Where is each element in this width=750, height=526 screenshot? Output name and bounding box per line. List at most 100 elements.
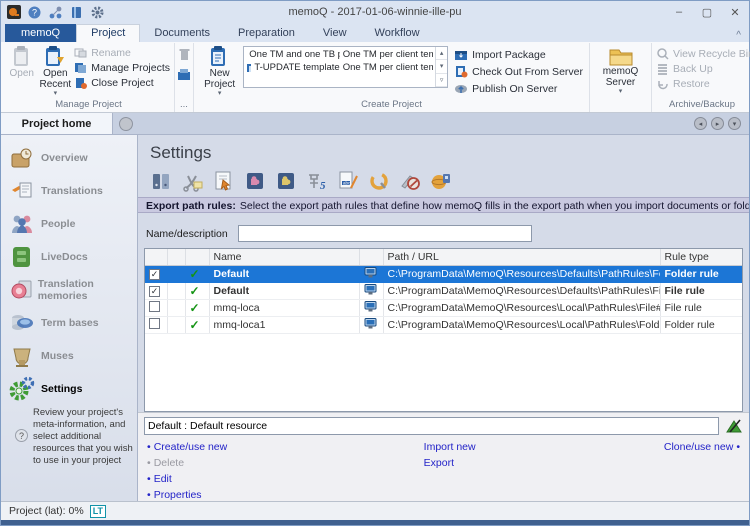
close-button[interactable]: ✕ xyxy=(721,2,749,22)
segmentation-rules-icon[interactable] xyxy=(181,169,205,193)
properties-link[interactable]: •Properties xyxy=(144,489,304,501)
import-package-button[interactable]: Import Package xyxy=(454,48,583,61)
export-path-rules-icon[interactable]: abc xyxy=(336,169,360,193)
template-item[interactable]: One TM and one TB per ... xyxy=(246,48,339,61)
table-row[interactable]: ✓ mmq-loca1 C:\ProgramData\MemoQ\Resourc… xyxy=(145,316,742,333)
bullet-icon: • xyxy=(147,441,151,453)
restore-icon xyxy=(656,77,669,90)
resource-actions-panel: •Create/use new •Delete •Edit •Propertie… xyxy=(138,412,749,501)
cell-path: C:\ProgramData\MemoQ\Resources\Local\Pat… xyxy=(383,316,660,333)
group-label: Create Project xyxy=(196,98,587,112)
tm-settings-icon[interactable] xyxy=(243,169,267,193)
sidebar-item-muses[interactable]: Muses xyxy=(1,339,137,372)
cell-path: C:\ProgramData\MemoQ\Resources\Defaults\… xyxy=(383,265,660,282)
header-checkbox-col[interactable] xyxy=(145,249,167,265)
row-checkbox[interactable] xyxy=(149,286,160,297)
share-options-icon[interactable] xyxy=(48,5,63,20)
template-item[interactable]: T-UPDATE template xyxy=(246,61,339,74)
dropdown-icon: ▾ xyxy=(218,90,222,97)
page-title: Settings xyxy=(138,135,749,167)
open-icon xyxy=(10,45,34,69)
livedocs-settings-icon[interactable] xyxy=(274,169,298,193)
import-new-link[interactable]: Import new xyxy=(424,441,476,453)
group-create-project: New Project ▾ One TM and one TB per ... … xyxy=(194,43,590,112)
row-checkbox[interactable] xyxy=(149,318,160,329)
gallery-down-icon[interactable]: ▾ xyxy=(436,60,447,73)
font-substitution-icon[interactable] xyxy=(429,169,453,193)
manage-projects-button[interactable]: Manage Projects xyxy=(74,61,170,74)
tab-view[interactable]: View xyxy=(309,25,361,42)
template-item[interactable]: One TM per client template 2 xyxy=(340,48,433,61)
header-status-col[interactable] xyxy=(185,249,209,265)
rename-icon xyxy=(74,46,87,59)
sidebar-item-translations[interactable]: Translations xyxy=(1,174,137,207)
nav-back-icon[interactable]: ◂ xyxy=(694,117,707,130)
local-computer-icon xyxy=(364,301,377,312)
nav-forward-icon[interactable]: ▸ xyxy=(711,117,724,130)
header-rule-type[interactable]: Rule type xyxy=(660,249,742,265)
tab-documents[interactable]: Documents xyxy=(140,25,224,42)
help-icon[interactable]: ? xyxy=(27,5,42,20)
memoq-logo-icon[interactable] xyxy=(6,5,21,20)
rename-button: Rename xyxy=(74,46,170,59)
sidebar-help-text: Review your project's meta-information, … xyxy=(33,407,133,466)
header-spacer-col[interactable] xyxy=(167,249,185,265)
new-project-button[interactable]: New Project ▾ xyxy=(196,44,243,98)
cell-name: Default xyxy=(209,282,359,299)
memoq-server-button[interactable]: memoQ Server ▾ xyxy=(592,44,649,96)
row-checkbox[interactable] xyxy=(149,301,160,312)
group-label xyxy=(592,109,649,112)
clone-use-new-link[interactable]: Clone/use new• xyxy=(664,441,743,453)
title-bar: ? memoQ - 2017-01-06-winnie-ille-pu – ▢ … xyxy=(1,1,749,23)
edit-description-icon[interactable] xyxy=(725,418,743,434)
project-home-tab[interactable]: Project home xyxy=(1,113,113,134)
maximize-button[interactable]: ▢ xyxy=(693,2,721,22)
tab-project[interactable]: Project xyxy=(76,24,140,42)
export-link[interactable]: Export xyxy=(424,457,454,469)
header-path-url[interactable]: Path / URL xyxy=(383,249,660,265)
resource-console-icon[interactable] xyxy=(69,5,84,20)
open-recent-button[interactable]: Open Recent ▾ xyxy=(39,44,73,98)
pane-close-icon[interactable] xyxy=(119,117,133,131)
tab-workflow[interactable]: Workflow xyxy=(361,25,434,42)
template-item[interactable]: One TM per client template 2 xyxy=(340,61,433,74)
collapse-ribbon-icon[interactable]: ^ xyxy=(736,30,741,41)
minimize-button[interactable]: – xyxy=(665,2,693,22)
header-location-col[interactable] xyxy=(359,249,383,265)
tab-memoq[interactable]: memoQ xyxy=(5,24,76,42)
resource-binders-icon[interactable] xyxy=(150,169,174,193)
row-checkbox[interactable] xyxy=(149,269,160,280)
sidebar-item-settings[interactable]: Settings xyxy=(1,372,137,405)
gallery-up-icon[interactable]: ▴ xyxy=(436,47,447,60)
back-up-icon xyxy=(656,62,669,75)
create-use-new-link[interactable]: •Create/use new xyxy=(144,441,304,453)
qa-settings-icon[interactable] xyxy=(212,169,236,193)
edit-link[interactable]: •Edit xyxy=(144,473,304,485)
sidebar-item-livedocs[interactable]: LiveDocs xyxy=(1,240,137,273)
table-row[interactable]: ✓ mmq-loca C:\ProgramData\MemoQ\Resource… xyxy=(145,299,742,316)
tab-preparation[interactable]: Preparation xyxy=(224,25,309,42)
name-description-input[interactable] xyxy=(238,225,532,242)
sidebar-item-overview[interactable]: Overview xyxy=(1,141,137,174)
ignore-lists-icon[interactable] xyxy=(367,169,391,193)
table-row[interactable]: ✓ Default C:\ProgramData\MemoQ\Resources… xyxy=(145,265,742,282)
nav-menu-icon[interactable]: ▾ xyxy=(728,117,741,130)
check-out-from-server-button[interactable]: Check Out From Server xyxy=(454,65,583,78)
publish-on-server-button[interactable]: Publish On Server xyxy=(454,82,583,95)
archive-project-icon[interactable] xyxy=(177,68,191,83)
ribbon-tab-strip: memoQ Project Documents Preparation View… xyxy=(1,23,749,42)
resource-description-box[interactable] xyxy=(144,417,719,435)
gallery-expand-icon[interactable]: ▿ xyxy=(436,74,447,87)
sidebar-item-translation-memories[interactable]: Translation memories xyxy=(1,273,137,306)
cell-path: C:\ProgramData\MemoQ\Resources\Local\Pat… xyxy=(383,299,660,316)
close-project-button[interactable]: Close Project xyxy=(74,76,170,89)
header-name[interactable]: Name xyxy=(209,249,359,265)
autocorrect-icon[interactable] xyxy=(398,169,422,193)
auto-translation-rules-icon[interactable]: 5 xyxy=(305,169,329,193)
table-row[interactable]: ✓ Default C:\ProgramData\MemoQ\Resources… xyxy=(145,282,742,299)
options-gear-icon[interactable] xyxy=(90,5,105,20)
sidebar-item-term-bases[interactable]: Term bases xyxy=(1,306,137,339)
language-terminal-icon[interactable]: LT xyxy=(90,505,106,518)
recycle-bin-icon xyxy=(656,47,669,60)
sidebar-item-people[interactable]: People xyxy=(1,207,137,240)
